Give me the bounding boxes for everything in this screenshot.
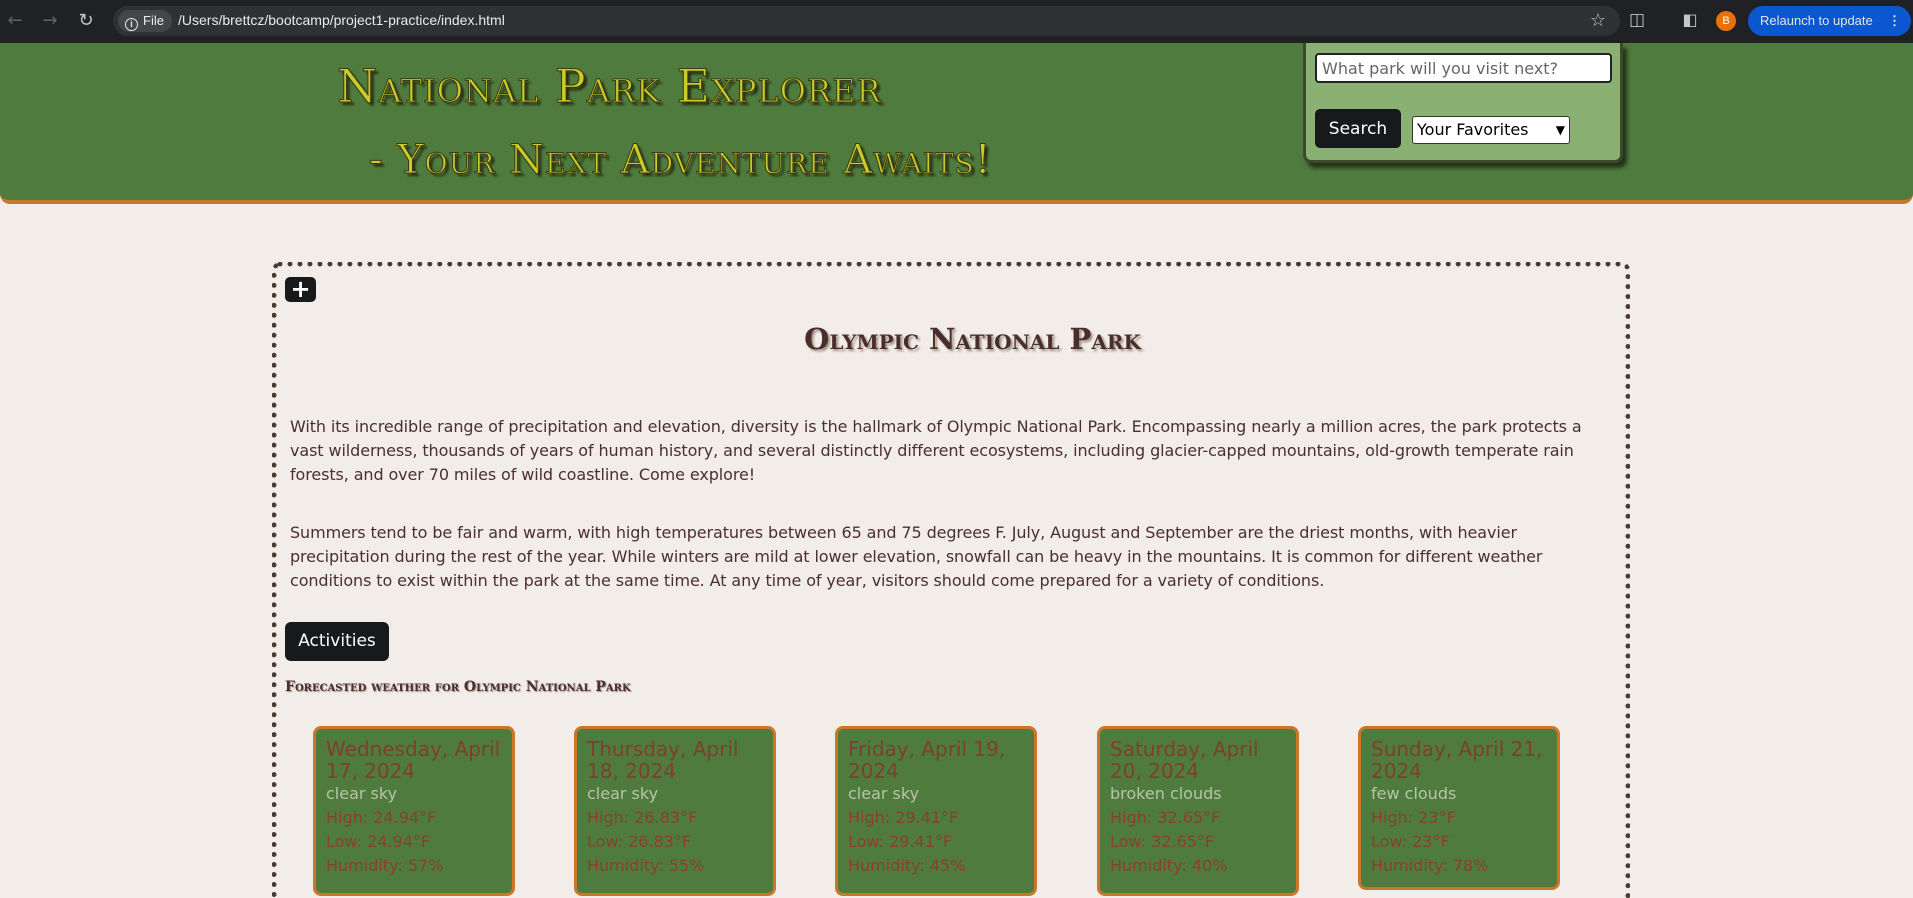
forecast-low: Low: 26.83°F <box>587 832 692 851</box>
file-chip-label: File <box>143 13 164 28</box>
forecast-heading: Forecasted weather for Olympic National … <box>285 679 631 695</box>
site-header: National Park Explorer - Your Next Adven… <box>0 43 1913 204</box>
park-description: With its incredible range of precipitati… <box>290 417 1582 484</box>
side-panel-icon[interactable]: ◧ <box>1679 10 1701 32</box>
forecast-card: Friday, April 19, 2024 clear sky High: 2… <box>835 726 1037 896</box>
forecast-date: Sunday, April 21, 2024 <box>1371 737 1543 783</box>
back-arrow-icon[interactable]: ← <box>4 10 26 32</box>
forecast-high: High: 32.65°F <box>1110 808 1221 827</box>
forecast-card: Wednesday, April 17, 2024 clear sky High… <box>313 726 515 896</box>
site-info-chip[interactable]: i File <box>118 10 172 32</box>
forecast-card: Thursday, April 18, 2024 clear sky High:… <box>574 726 776 896</box>
forecast-description: clear sky <box>326 784 398 803</box>
park-weather-info: Summers tend to be fair and warm, with h… <box>290 523 1543 590</box>
forecast-date: Wednesday, April 17, 2024 <box>326 737 501 783</box>
site-title: National Park Explorer <box>336 59 882 114</box>
forecast-card: Sunday, April 21, 2024 few clouds High: … <box>1358 726 1560 890</box>
search-input[interactable] <box>1315 53 1612 83</box>
bookmark-star-icon[interactable]: ☆ <box>1590 10 1606 31</box>
forecast-low: Low: 29.41°F <box>848 832 953 851</box>
forecast-description: clear sky <box>848 784 920 803</box>
search-button[interactable]: Search <box>1315 109 1401 148</box>
activities-button[interactable]: Activities <box>285 622 389 661</box>
address-bar[interactable]: i File /Users/brettcz/bootcamp/project1-p… <box>113 6 1620 36</box>
forecast-date: Saturday, April 20, 2024 <box>1110 737 1259 783</box>
search-panel: Search Your Favorites ▼ <box>1303 43 1623 163</box>
info-icon: i <box>125 18 138 31</box>
forecast-humidity: Humidity: 40% <box>1110 856 1228 875</box>
forecast-date: Thursday, April 18, 2024 <box>587 737 739 783</box>
url-text[interactable]: /Users/brettcz/bootcamp/project1-practic… <box>178 12 505 28</box>
extensions-puzzle-icon[interactable]: ◫ <box>1626 10 1648 32</box>
forecast-date: Friday, April 19, 2024 <box>848 737 1006 783</box>
forward-arrow-icon[interactable]: → <box>39 10 61 32</box>
forecast-high: High: 24.94°F <box>326 808 437 827</box>
forecast-humidity: Humidity: 55% <box>587 856 705 875</box>
relaunch-button[interactable]: Relaunch to update ⋮ <box>1748 6 1911 36</box>
favorites-selected-value: Your Favorites <box>1417 120 1529 139</box>
forecast-low: Low: 32.65°F <box>1110 832 1215 851</box>
forecast-humidity: Humidity: 78% <box>1371 856 1489 875</box>
profile-avatar[interactable]: B <box>1716 11 1736 31</box>
forecast-high: High: 26.83°F <box>587 808 698 827</box>
more-menu-icon[interactable]: ⋮ <box>1888 6 1901 36</box>
forecast-high: High: 23°F <box>1371 808 1456 827</box>
forecast-description: clear sky <box>587 784 659 803</box>
forecast-card: Saturday, April 20, 2024 broken clouds H… <box>1097 726 1299 896</box>
relaunch-label: Relaunch to update <box>1760 13 1873 28</box>
chevron-down-icon: ▼ <box>1555 123 1565 137</box>
reload-icon[interactable]: ↻ <box>75 10 97 32</box>
site-subtitle: - Your Next Adventure Awaits! <box>369 137 992 184</box>
browser-toolbar: ← → ↻ i File /Users/brettcz/bootcamp/proj… <box>0 0 1913 43</box>
forecast-low: Low: 23°F <box>1371 832 1450 851</box>
park-title: Olympic National Park <box>804 322 1141 356</box>
favorites-dropdown[interactable]: Your Favorites ▼ <box>1412 116 1570 144</box>
forecast-description: broken clouds <box>1110 784 1222 803</box>
forecast-humidity: Humidity: 57% <box>326 856 444 875</box>
forecast-high: High: 29.41°F <box>848 808 959 827</box>
forecast-humidity: Humidity: 45% <box>848 856 966 875</box>
forecast-low: Low: 24.94°F <box>326 832 431 851</box>
add-favorite-button[interactable]: + <box>285 277 316 302</box>
forecast-description: few clouds <box>1371 784 1457 803</box>
